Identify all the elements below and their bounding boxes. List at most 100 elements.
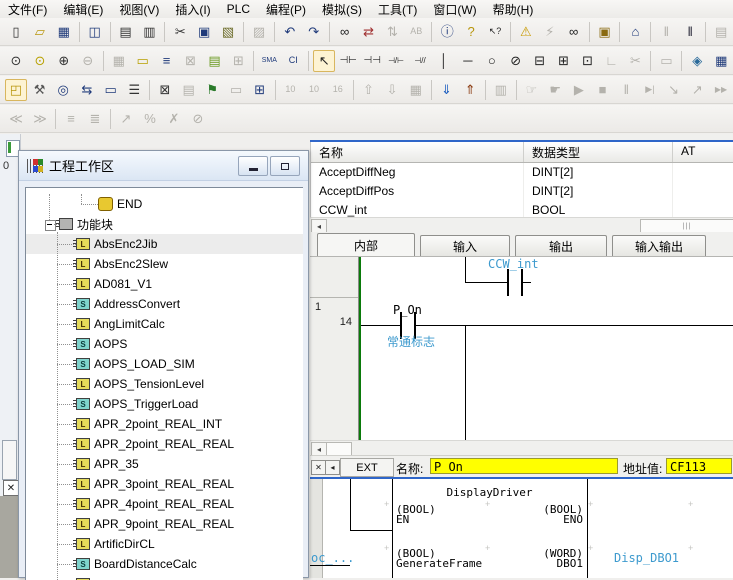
new-fb-call-button[interactable]: ⊡ xyxy=(577,50,599,72)
tree-item-addressconvert[interactable]: SAddressConvert xyxy=(26,294,303,314)
build-button[interactable]: ⚒ xyxy=(29,79,51,101)
new-closed-contact-or-button[interactable]: ⊣// xyxy=(409,50,431,72)
replace-button[interactable]: ⇄ xyxy=(358,21,380,43)
new-contact-button[interactable]: ⊣⊢ xyxy=(337,50,359,72)
new-coil-button[interactable]: ○ xyxy=(481,50,503,72)
ladder-editor[interactable]: 1 14 CCW_int P_On 常通标志 xyxy=(310,256,733,441)
step-into-button[interactable]: ↘ xyxy=(663,79,685,101)
menu-item-help[interactable]: 帮助(H) xyxy=(485,0,542,19)
tree-item-功能块[interactable]: 功能块 xyxy=(26,214,303,234)
zoom-custom-button[interactable]: ⊙ xyxy=(29,50,51,72)
step-out-button[interactable]: ↗ xyxy=(686,79,708,101)
column-header-1[interactable]: 数据类型 xyxy=(524,142,673,162)
compile-section-button[interactable]: ▣ xyxy=(594,21,616,43)
tree-item-absenc2jib[interactable]: LAbsEnc2Jib xyxy=(26,234,303,254)
ci-view-button[interactable]: CI xyxy=(282,50,304,72)
display-signed-decimal-button[interactable]: 10 xyxy=(303,79,325,101)
context-help-button[interactable]: ↖? xyxy=(484,21,506,43)
expander-minus-icon[interactable] xyxy=(45,220,56,231)
print-button[interactable]: ▤ xyxy=(115,21,137,43)
paste-special-button[interactable]: ▨ xyxy=(248,21,270,43)
menu-item-insert[interactable]: 插入(I) xyxy=(167,0,218,19)
symbol-cell[interactable]: DINT[2] xyxy=(524,163,673,182)
toggle-force-on-button[interactable]: ↗ xyxy=(115,108,137,130)
tree-item-end[interactable]: END xyxy=(26,194,303,214)
symbol-cell[interactable] xyxy=(673,182,733,201)
transfer-to-plc-button[interactable]: ⇑ xyxy=(459,79,481,101)
online-edit-button[interactable]: ▤ xyxy=(178,79,200,101)
new-vertical-line-button[interactable]: │ xyxy=(433,50,455,72)
symbol-cell[interactable]: BOOL xyxy=(524,201,673,217)
tree-item-aops-triggerload[interactable]: SAOPS_TriggerLoad xyxy=(26,394,303,414)
tree-item-apr-2point-real-real[interactable]: LAPR_2point_REAL_REAL xyxy=(26,434,303,454)
paste-button[interactable]: ▧ xyxy=(217,21,239,43)
work-online-simulator-button[interactable]: ⇓ xyxy=(436,79,458,101)
new-instruction-block-button[interactable]: ⊞ xyxy=(553,50,575,72)
menu-item-view[interactable]: 视图(V) xyxy=(111,0,167,19)
workspace-title-bar[interactable]: 工程工作区 xyxy=(19,151,308,181)
memo-view-button[interactable]: ▤ xyxy=(710,21,732,43)
symbol-cell[interactable] xyxy=(673,201,733,217)
menu-item-edit[interactable]: 编辑(E) xyxy=(55,0,111,19)
hierarchy-button[interactable]: ⊞ xyxy=(227,50,249,72)
copy-button[interactable]: ▣ xyxy=(193,21,215,43)
scrollbar-thumb[interactable] xyxy=(326,442,352,456)
fb-diagram-view[interactable]: DisplayDriver (BOOL) EN (BOOL) ENO (BOOL… xyxy=(310,479,733,578)
undo-button[interactable]: ↶ xyxy=(279,21,301,43)
edit-symbols-button[interactable]: ⊠ xyxy=(154,79,176,101)
menu-item-file[interactable]: 文件(F) xyxy=(0,0,55,19)
tree-item-ad081-v1[interactable]: LAD081_V1 xyxy=(26,274,303,294)
redo-button[interactable]: ↷ xyxy=(303,21,325,43)
force-refresh-button[interactable]: ☛ xyxy=(544,79,566,101)
scroll-left-icon[interactable]: ◂ xyxy=(311,219,327,233)
new-file-button[interactable]: ▯ xyxy=(5,21,27,43)
new-closed-coil-button[interactable]: ⊘ xyxy=(505,50,527,72)
display-hex-button[interactable]: 16 xyxy=(327,79,349,101)
address-list-button[interactable]: ≡ xyxy=(156,50,178,72)
tree-item-anglimitcalc[interactable]: LAngLimitCalc xyxy=(26,314,303,334)
tree-item-apr-35[interactable]: LAPR_35 xyxy=(26,454,303,474)
pause-monitoring-button[interactable]: ☞ xyxy=(521,79,543,101)
contact-label-ccw-int[interactable]: CCW_int xyxy=(488,257,539,271)
fb-input-variable-partial[interactable]: oc_... xyxy=(311,551,354,565)
name-field[interactable]: P_On xyxy=(430,458,618,474)
align-bottom-button[interactable]: ≣ xyxy=(84,108,106,130)
align-top-button[interactable]: ≡ xyxy=(60,108,82,130)
tab-输入[interactable]: 输入 xyxy=(420,235,510,256)
dialog-tool-button[interactable]: ▭ xyxy=(225,79,247,101)
zoom-in-button[interactable]: ⊕ xyxy=(53,50,75,72)
tree-item-boarddistancecalc[interactable]: SBoardDistanceCalc xyxy=(26,554,303,574)
toggle-project-workspace-button[interactable]: ◰ xyxy=(5,79,27,101)
symbol-cell[interactable]: DINT[2] xyxy=(524,182,673,201)
cross-reference-button[interactable]: ⇆ xyxy=(76,79,98,101)
move-up-button[interactable]: ⇧ xyxy=(358,79,380,101)
compile-button[interactable]: ⚠ xyxy=(515,21,537,43)
ladder-hscrollbar[interactable]: ◂ xyxy=(310,440,733,455)
symbol-cell[interactable]: AcceptDiffNeg xyxy=(311,163,524,182)
tree-item-apr-3point-real-real[interactable]: LAPR_3point_REAL_REAL xyxy=(26,474,303,494)
column-header-0[interactable]: 名称 xyxy=(311,142,524,162)
maximize-button[interactable] xyxy=(270,156,300,176)
open-file-button[interactable]: ▱ xyxy=(29,21,51,43)
symbol-cell[interactable]: CCW_int xyxy=(311,201,524,217)
symbol-row-acceptdiffneg[interactable]: AcceptDiffNegDINT[2] xyxy=(311,163,733,182)
menu-item-tools[interactable]: 工具(T) xyxy=(370,0,425,19)
line-delete-button[interactable]: ✂ xyxy=(624,50,646,72)
tab-输出[interactable]: 输出 xyxy=(515,235,607,256)
tree-item-artificdircl[interactable]: LArtificDirCL xyxy=(26,534,303,554)
tree-item-apr-4point-real-real[interactable]: LAPR_4point_REAL_REAL xyxy=(26,494,303,514)
scroll-left-icon[interactable]: ◂ xyxy=(325,460,340,475)
tree-item-apr-2point-real-int[interactable]: LAPR_2point_REAL_INT xyxy=(26,414,303,434)
cut-button[interactable]: ✂ xyxy=(169,21,191,43)
pause-button[interactable]: ‖ xyxy=(679,21,701,43)
display-decimal-button[interactable]: 10 xyxy=(280,79,302,101)
address-field[interactable]: CF113 xyxy=(666,458,732,474)
column-header-2[interactable]: AT xyxy=(673,142,733,162)
find-warnings-button[interactable]: ∞ xyxy=(563,21,585,43)
tree-item-aops[interactable]: SAOPS xyxy=(26,334,303,354)
transfer-check-button[interactable]: ⌂ xyxy=(624,21,646,43)
data-layers-button[interactable]: ◈ xyxy=(686,50,708,72)
symbol-row-ccw-int[interactable]: CCW_intBOOL xyxy=(311,201,733,217)
line-connect-button[interactable]: ∟ xyxy=(601,50,623,72)
scrollbar-thumb[interactable]: ||| xyxy=(640,219,733,233)
